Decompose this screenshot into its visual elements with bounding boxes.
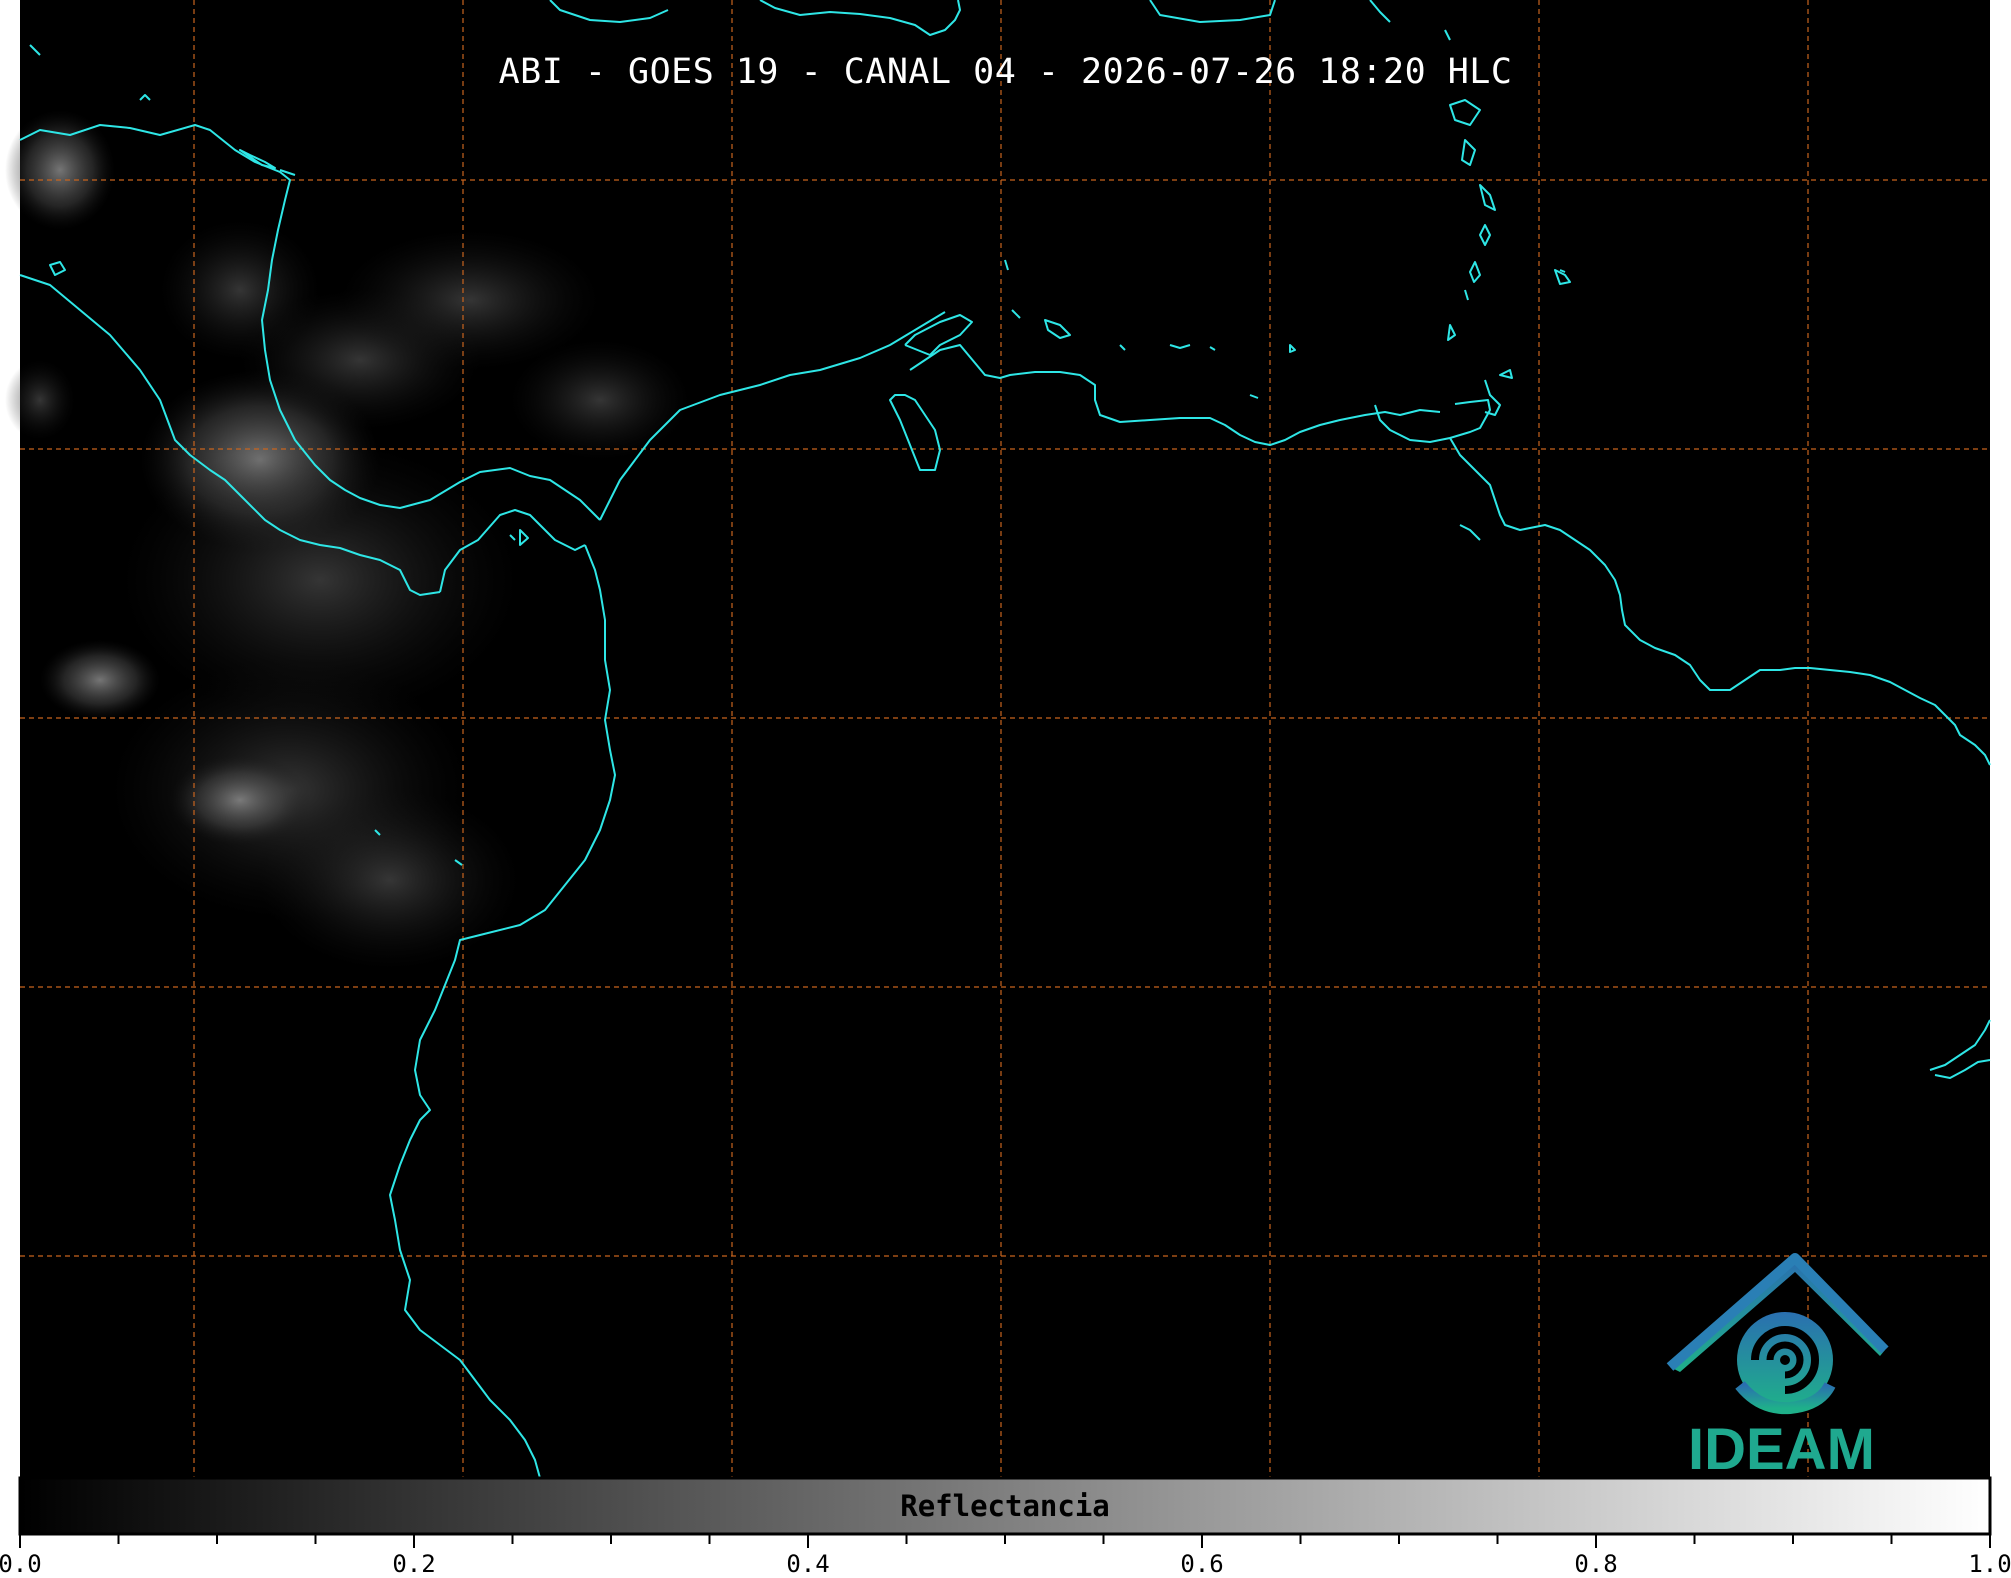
colorbar-tick-label: 0.6	[1180, 1550, 1224, 1578]
colorbar-tick-label: 1.0	[1968, 1550, 2011, 1578]
colorbar-tick-label: 0.4	[786, 1550, 830, 1578]
colorbar-tick-label: 0.8	[1574, 1550, 1618, 1578]
colorbar-tick-label: 0.0	[0, 1550, 42, 1578]
ideam-logo-text: IDEAM	[1688, 1417, 1875, 1482]
map-title: ABI - GOES 19 - CANAL 04 - 2026-07-26 18…	[498, 52, 1513, 92]
satellite-map	[0, 0, 2011, 1577]
colorbar-label: Reflectancia	[900, 1489, 1110, 1523]
colorbar-tick-label: 0.2	[392, 1550, 436, 1578]
